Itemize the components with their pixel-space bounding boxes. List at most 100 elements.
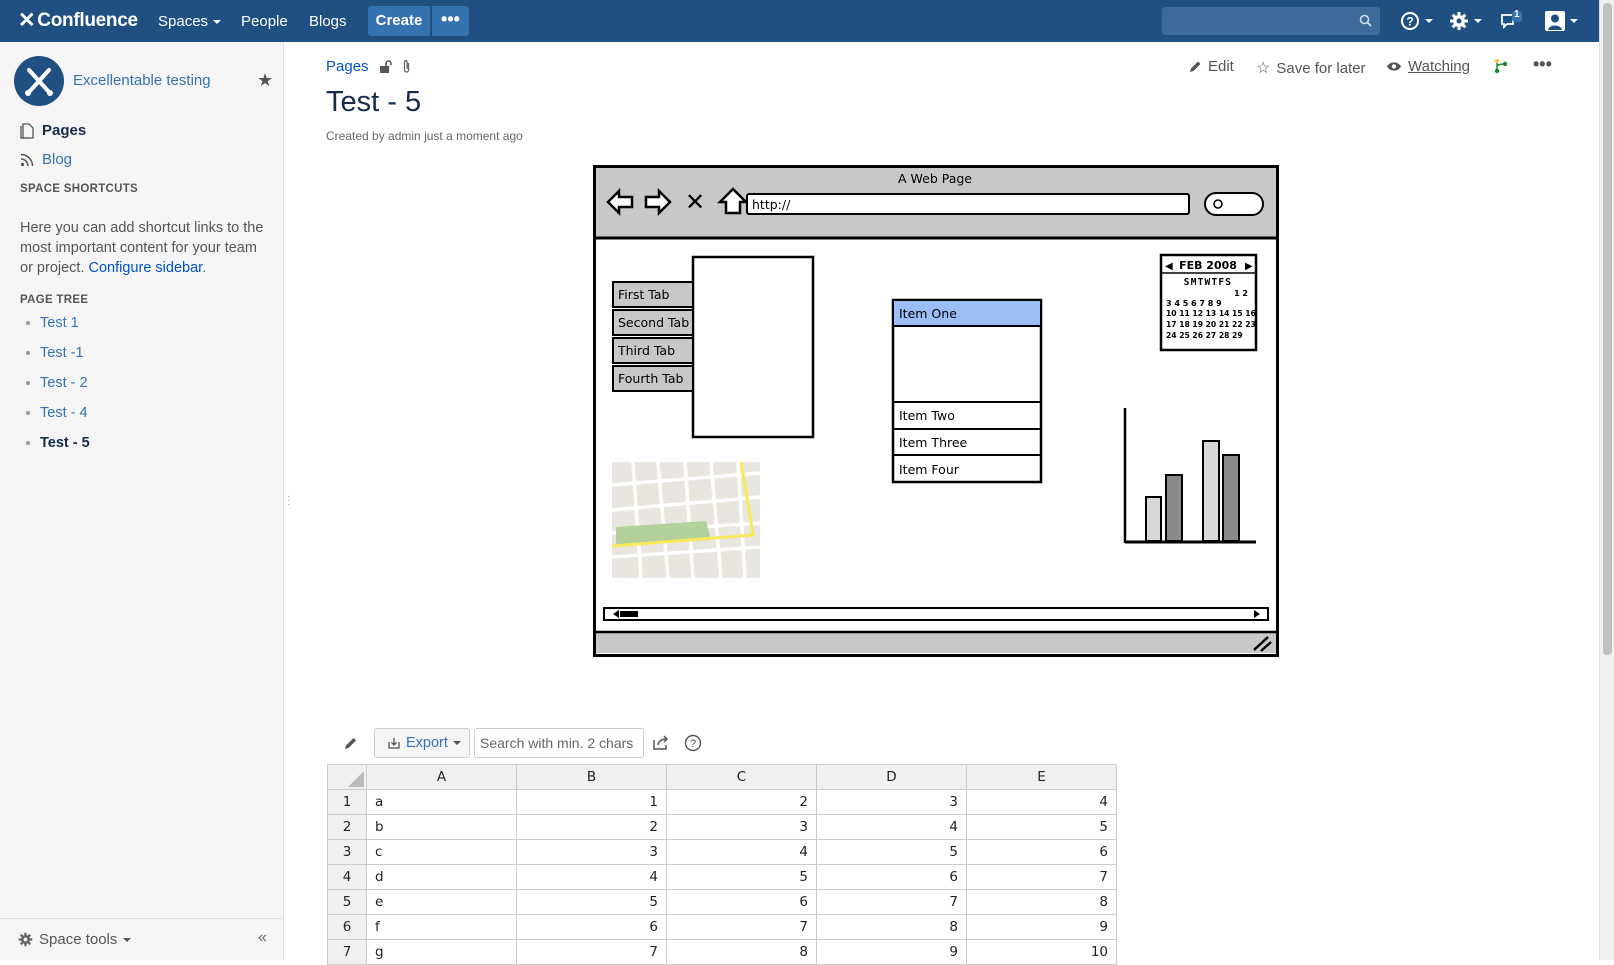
table-cell[interactable]: 4 xyxy=(966,789,1117,815)
row-header[interactable]: 6 xyxy=(327,914,367,940)
column-header-b[interactable]: B xyxy=(516,764,667,790)
table-cell[interactable]: 6 xyxy=(666,889,817,915)
breadcrumb-pages-link[interactable]: Pages xyxy=(326,58,369,75)
column-header-a[interactable]: A xyxy=(366,764,517,790)
save-for-later-button[interactable]: ☆ Save for later xyxy=(1256,58,1366,78)
table-cell[interactable]: 3 xyxy=(816,789,967,815)
table-cell[interactable]: 8 xyxy=(966,889,1117,915)
tree-item-test-2[interactable]: Test - 2 xyxy=(26,375,88,391)
author-link[interactable]: admin xyxy=(388,129,421,143)
space-tools-button[interactable]: Space tools xyxy=(18,931,132,948)
unlock-icon[interactable] xyxy=(379,59,392,74)
row-header[interactable]: 5 xyxy=(327,889,367,915)
table-cell[interactable]: 6 xyxy=(816,864,967,890)
table-cell[interactable]: 3 xyxy=(516,839,667,865)
table-cell[interactable]: 3 xyxy=(666,814,817,840)
help-menu[interactable]: ? xyxy=(1400,11,1433,31)
breadcrumb: Pages xyxy=(326,58,411,75)
top-navigation-bar: ✕ Confluence Spaces People Blogs Create … xyxy=(0,0,1614,42)
table-cell[interactable]: a xyxy=(366,789,517,815)
row-header[interactable]: 7 xyxy=(327,939,367,965)
table-cell[interactable]: 1 xyxy=(516,789,667,815)
nav-spaces[interactable]: Spaces xyxy=(158,13,222,30)
column-header-e[interactable]: E xyxy=(966,764,1117,790)
row-header[interactable]: 1 xyxy=(327,789,367,815)
help-icon[interactable]: ? xyxy=(684,734,702,752)
table-cell[interactable]: d xyxy=(366,864,517,890)
table-cell[interactable]: 6 xyxy=(966,839,1117,865)
select-all-corner[interactable] xyxy=(327,764,367,790)
row-header[interactable]: 4 xyxy=(327,864,367,890)
excellentable-grid: A B C D E 1a12342b23453c34564d45675e5678… xyxy=(327,764,1117,965)
mockup-list-item: Item Three xyxy=(899,435,968,450)
table-search-input[interactable] xyxy=(474,728,644,758)
attachment-icon[interactable] xyxy=(402,59,411,74)
tree-item-test-4[interactable]: Test - 4 xyxy=(26,405,88,421)
search-input[interactable] xyxy=(1162,7,1380,35)
nav-blogs[interactable]: Blogs xyxy=(309,13,347,30)
watching-button[interactable]: Watching xyxy=(1386,58,1470,75)
page-vertical-scrollbar[interactable] xyxy=(1599,0,1614,960)
collapse-sidebar-icon[interactable]: « xyxy=(258,929,267,947)
table-cell[interactable]: 9 xyxy=(966,914,1117,940)
table-cell[interactable]: f xyxy=(366,914,517,940)
mockup-calendar-prev-icon: ◀ xyxy=(1165,261,1173,272)
table-cell[interactable]: c xyxy=(366,839,517,865)
star-icon[interactable]: ★ xyxy=(257,70,273,91)
column-header-d[interactable]: D xyxy=(816,764,967,790)
table-cell[interactable]: 6 xyxy=(516,914,667,940)
create-more-button[interactable]: ••• xyxy=(432,6,469,36)
create-button[interactable]: Create xyxy=(368,6,430,36)
row-header[interactable]: 2 xyxy=(327,814,367,840)
configure-sidebar-link[interactable]: Configure sidebar xyxy=(89,260,203,276)
table-cell[interactable]: 7 xyxy=(666,914,817,940)
table-cell[interactable]: 5 xyxy=(516,889,667,915)
table-cell[interactable]: e xyxy=(366,889,517,915)
table-cell[interactable]: 4 xyxy=(816,814,967,840)
table-cell[interactable]: 5 xyxy=(816,839,967,865)
space-name-link[interactable]: Excellentable testing xyxy=(73,72,211,89)
table-cell[interactable]: 9 xyxy=(816,939,967,965)
mockup-list-item: Item One xyxy=(899,306,957,321)
mockup-map xyxy=(611,461,761,579)
sidebar-resize-handle[interactable]: · · · xyxy=(287,492,290,510)
table-cell[interactable]: 4 xyxy=(516,864,667,890)
mockup-tab-panel xyxy=(691,255,815,439)
share-export-icon[interactable] xyxy=(652,735,670,751)
nav-people[interactable]: People xyxy=(241,13,288,30)
table-cell[interactable]: 8 xyxy=(816,914,967,940)
table-cell[interactable]: 8 xyxy=(666,939,817,965)
star-outline-icon: ☆ xyxy=(1256,60,1271,77)
table-cell[interactable]: b xyxy=(366,814,517,840)
table-cell[interactable]: 5 xyxy=(966,814,1117,840)
row-header[interactable]: 3 xyxy=(327,839,367,865)
table-cell[interactable]: 7 xyxy=(516,939,667,965)
edit-button[interactable]: Edit xyxy=(1189,58,1234,75)
pencil-icon[interactable] xyxy=(344,736,358,750)
column-header-c[interactable]: C xyxy=(666,764,817,790)
sidebar-item-blog[interactable]: Blog xyxy=(20,151,72,168)
space-logo[interactable] xyxy=(14,56,64,106)
table-cell[interactable]: g xyxy=(366,939,517,965)
sidebar-item-pages[interactable]: Pages xyxy=(20,122,86,139)
table-cell[interactable]: 5 xyxy=(666,864,817,890)
notification-count: 1 xyxy=(1514,9,1520,20)
notifications-button[interactable]: 1 xyxy=(1500,9,1522,31)
table-cell[interactable]: 7 xyxy=(966,864,1117,890)
share-icon[interactable] xyxy=(1494,58,1508,74)
table-row: 2b2345 xyxy=(327,814,1117,840)
settings-menu[interactable] xyxy=(1449,11,1482,31)
tree-item-test-1[interactable]: Test 1 xyxy=(26,315,79,331)
user-menu[interactable] xyxy=(1545,11,1578,31)
more-actions-icon[interactable]: ••• xyxy=(1533,54,1552,75)
confluence-logo[interactable]: ✕ Confluence xyxy=(18,8,138,33)
table-cell[interactable]: 2 xyxy=(666,789,817,815)
export-button[interactable]: Export xyxy=(374,728,470,758)
tree-item-test-minus-1[interactable]: Test -1 xyxy=(26,345,84,361)
table-cell[interactable]: 4 xyxy=(666,839,817,865)
scrollbar-thumb[interactable] xyxy=(1603,3,1612,655)
table-cell[interactable]: 7 xyxy=(816,889,967,915)
tree-item-test-5[interactable]: Test - 5 xyxy=(26,435,90,451)
table-cell[interactable]: 10 xyxy=(966,939,1117,965)
table-cell[interactable]: 2 xyxy=(516,814,667,840)
